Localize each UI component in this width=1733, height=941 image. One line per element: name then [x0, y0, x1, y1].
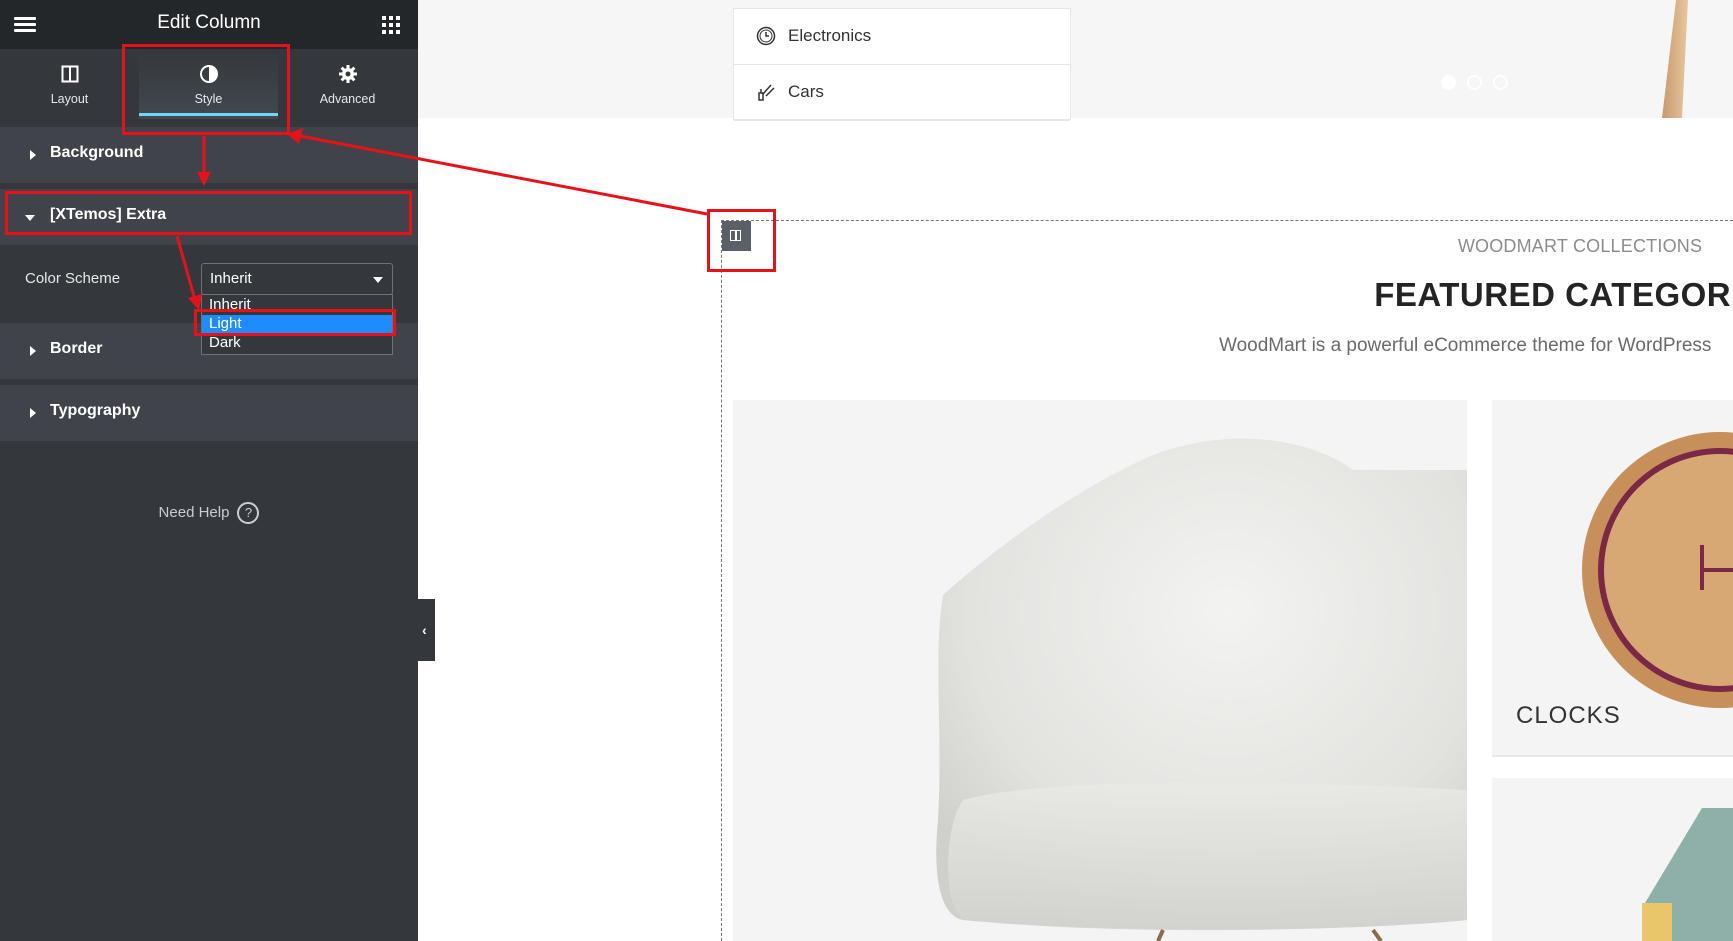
caret-right-icon	[30, 346, 36, 356]
category-card-label: CLOCKS	[1516, 702, 1621, 729]
panel-collapse-toggle[interactable]: ‹	[418, 599, 435, 661]
column-outline	[721, 220, 1733, 221]
category-item-cars[interactable]: Cars	[734, 65, 1070, 121]
highlight-extra-section	[5, 191, 412, 235]
category-card-chairs[interactable]	[733, 400, 1467, 941]
section-typography-label: Typography	[50, 402, 141, 419]
column-outline	[721, 220, 722, 941]
category-label: Electronics	[788, 26, 872, 45]
widgets-grid-icon[interactable]	[382, 16, 400, 34]
color-scheme-value: Inherit	[210, 270, 252, 287]
chevron-left-icon: ‹	[422, 622, 427, 638]
furniture-leg-image	[1662, 0, 1688, 118]
highlight-column-handle	[707, 209, 776, 272]
tab-advanced-label: Advanced	[319, 92, 376, 106]
tab-layout[interactable]: Layout	[0, 49, 139, 119]
tab-layout-label: Layout	[50, 92, 89, 106]
section-background[interactable]: Background	[0, 127, 418, 183]
lamp-image	[1642, 808, 1733, 941]
tools-icon	[758, 84, 775, 101]
category-label: Cars	[788, 82, 824, 101]
need-help-link[interactable]: Need Help?	[0, 502, 418, 524]
hero-slider-area	[418, 0, 1733, 118]
section-subtitle: WOODMART COLLECTIONS	[1457, 236, 1703, 256]
question-circle-icon: ?	[237, 502, 260, 524]
color-scheme-select[interactable]: Inherit	[201, 263, 393, 295]
highlight-style-tab	[122, 44, 290, 135]
section-title: FEATURED CATEGORIES	[1374, 276, 1733, 313]
slider-dot[interactable]	[1441, 75, 1456, 90]
panel-header: Edit Column	[0, 0, 418, 49]
section-description: WoodMart is a powerful eCommerce theme f…	[1219, 335, 1712, 356]
category-card-clocks[interactable]: CLOCKS	[1492, 400, 1733, 757]
section-border-label: Border	[50, 340, 103, 357]
panel-title: Edit Column	[157, 12, 261, 33]
highlight-light-option	[194, 309, 396, 336]
clock-icon	[756, 26, 776, 46]
editor-panel: Edit Column Layout Style Advanced Backgr…	[0, 0, 418, 941]
gear-icon	[278, 64, 417, 84]
color-scheme-label: Color Scheme	[25, 270, 121, 287]
need-help-label: Need Help	[158, 503, 230, 521]
slider-dot[interactable]	[1467, 75, 1482, 90]
option-dark[interactable]: Dark	[202, 334, 392, 353]
category-card-lighting[interactable]	[1492, 778, 1733, 941]
caret-right-icon	[30, 150, 36, 160]
columns-icon	[0, 64, 139, 84]
category-menu: Electronics Cars	[733, 8, 1071, 121]
chair-image	[936, 438, 1467, 941]
chevron-down-icon	[373, 277, 383, 283]
section-typography[interactable]: Typography	[0, 385, 418, 441]
slider-dot[interactable]	[1493, 75, 1508, 90]
section-background-label: Background	[50, 144, 144, 161]
caret-right-icon	[30, 408, 36, 418]
tab-advanced[interactable]: Advanced	[278, 49, 417, 119]
category-item-electronics[interactable]: Electronics	[734, 9, 1070, 65]
